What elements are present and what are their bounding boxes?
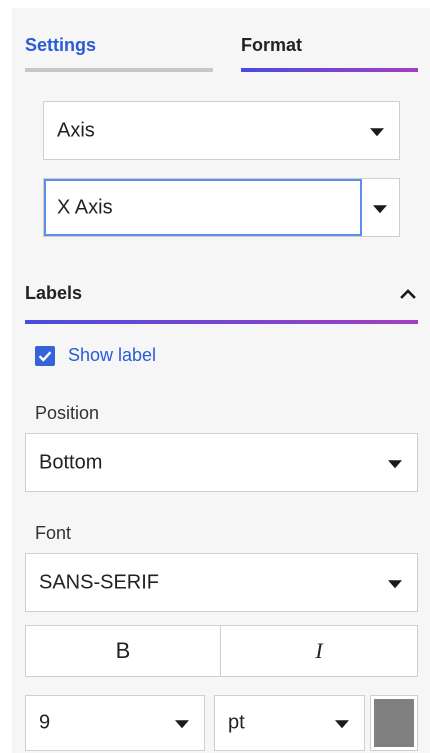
font-family-select[interactable]: SANS-SERIF (25, 553, 418, 612)
checkmark-icon (38, 351, 52, 362)
labels-section-title: Labels (25, 283, 83, 303)
axis-category-value: Axis (57, 119, 95, 141)
chevron-down-icon (388, 459, 402, 468)
position-label: Position (35, 403, 100, 423)
axis-target-combobox: X Axis (43, 178, 400, 237)
chevron-up-icon (400, 289, 416, 299)
font-unit-select[interactable]: pt (214, 695, 365, 751)
font-unit-value: pt (228, 711, 245, 734)
labels-section-header[interactable]: Labels (25, 280, 418, 324)
font-family-value: SANS-SERIF (39, 571, 160, 593)
chevron-down-icon (373, 204, 387, 213)
chevron-down-icon (335, 720, 349, 729)
bold-button[interactable]: B (25, 625, 221, 677)
chevron-down-icon (388, 579, 402, 588)
chevron-down-icon (175, 720, 189, 729)
italic-button[interactable]: I (220, 625, 418, 677)
font-color-swatch[interactable] (370, 695, 418, 751)
show-label-text: Show label (68, 345, 157, 365)
font-size-select[interactable]: 9 (25, 695, 205, 751)
axis-category-select[interactable]: Axis (43, 101, 400, 160)
show-label-checkbox[interactable] (35, 346, 55, 366)
format-panel: Settings Format Axis X Axis Labels Show … (12, 8, 430, 753)
chevron-down-icon (370, 127, 384, 136)
position-select[interactable]: Bottom (25, 433, 418, 492)
tab-format[interactable]: Format (225, 8, 430, 72)
font-color-fill (374, 699, 414, 747)
axis-target-field[interactable]: X Axis (44, 179, 362, 236)
font-size-value: 9 (39, 711, 51, 734)
labels-section-underline (25, 320, 418, 324)
font-label: Font (35, 523, 72, 543)
tab-settings[interactable]: Settings (12, 8, 225, 72)
tab-format-underline (241, 68, 418, 72)
tab-settings-label: Settings (25, 35, 97, 55)
tab-settings-underline (25, 68, 213, 72)
tab-format-label: Format (241, 35, 303, 55)
axis-target-dropdown-button[interactable] (361, 179, 399, 236)
position-value: Bottom (39, 451, 103, 473)
axis-target-value: X Axis (57, 196, 113, 218)
